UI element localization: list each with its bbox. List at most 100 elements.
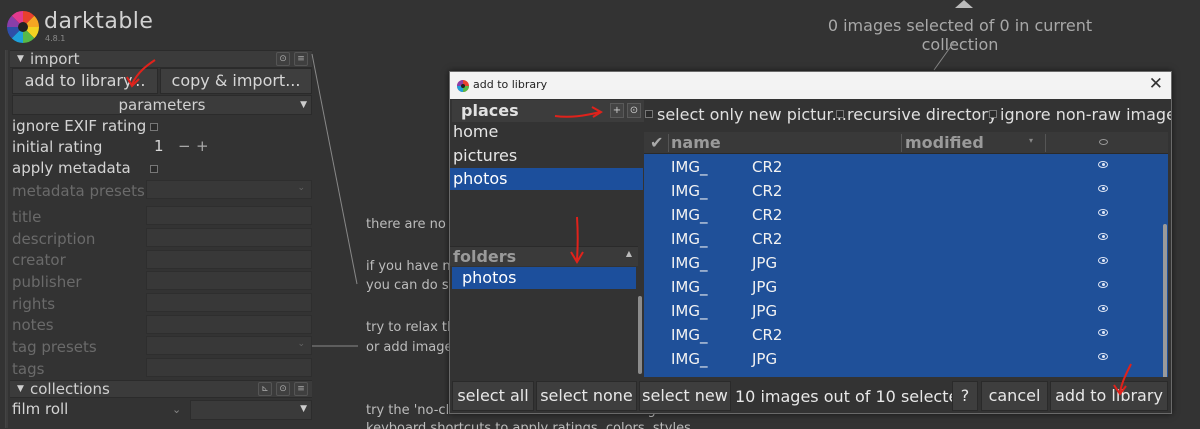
file-name-prefix: IMG_: [671, 182, 708, 200]
check-column-header[interactable]: ✔: [650, 132, 663, 154]
ignore-non-raw-label[interactable]: ignore non-raw images: [1000, 105, 1171, 124]
eye-icon[interactable]: [1098, 329, 1108, 336]
film-roll-label[interactable]: film roll: [12, 400, 68, 418]
metadata-presets-dropdown[interactable]: ⌄: [146, 180, 312, 199]
film-roll-dropdown[interactable]: ▼: [190, 400, 312, 420]
import-module-title: import: [30, 50, 80, 68]
sort-arrow-icon[interactable]: ▾: [1029, 136, 1033, 145]
eye-icon[interactable]: [1098, 305, 1108, 312]
add-place-icon[interactable]: +: [610, 103, 624, 118]
dialog-footer: select all select none select new 10 ima…: [450, 379, 1171, 413]
reset-places-icon[interactable]: ⊙: [627, 103, 641, 118]
initial-rating-value[interactable]: 1: [154, 137, 164, 155]
file-extension: CR2: [752, 158, 783, 176]
app-version: 4.8.1: [45, 34, 66, 43]
table-row[interactable]: IMG_ CR2: [644, 227, 1164, 251]
folders-header[interactable]: folders ▲: [450, 246, 638, 266]
place-photos[interactable]: photos: [450, 168, 643, 190]
add-to-library-confirm-button[interactable]: add to library: [1050, 381, 1168, 411]
table-row[interactable]: IMG_ CR2: [644, 323, 1164, 347]
table-row[interactable]: IMG_ JPG: [644, 275, 1164, 299]
dialog-titlebar[interactable]: add to library ✕: [450, 72, 1171, 99]
select-none-button[interactable]: select none: [536, 381, 637, 411]
dropdown-arrow-icon: ▼: [300, 404, 307, 414]
folders-scrollbar[interactable]: [638, 296, 642, 374]
table-row[interactable]: IMG_ JPG: [644, 347, 1164, 371]
metadata-presets-label: metadata presets: [12, 182, 145, 200]
creator-field[interactable]: [146, 250, 312, 269]
place-home[interactable]: home: [450, 121, 643, 143]
tags-field[interactable]: [146, 358, 312, 377]
name-column-header[interactable]: name: [671, 132, 721, 154]
app-title: darktable: [44, 9, 154, 34]
sort-icon[interactable]: ⊾: [258, 382, 272, 396]
table-scrollbar[interactable]: [1163, 224, 1167, 377]
collapse-arrow-icon[interactable]: ▼: [17, 384, 24, 394]
column-separator: [668, 134, 669, 152]
publisher-label: publisher: [12, 273, 82, 291]
file-name-prefix: IMG_: [671, 230, 708, 248]
cancel-button[interactable]: cancel: [981, 381, 1048, 411]
hint-line-2: if you have not imported any images yet: [366, 259, 450, 274]
file-name-prefix: IMG_: [671, 158, 708, 176]
initial-rating-label: initial rating: [12, 138, 103, 156]
plus-icon[interactable]: +: [196, 137, 209, 155]
notes-label: notes: [12, 316, 54, 334]
select-new-button[interactable]: select new: [639, 381, 731, 411]
description-field[interactable]: [146, 228, 312, 247]
ignore-non-raw-checkbox[interactable]: [989, 110, 997, 118]
left-panel-scrollbar[interactable]: [5, 50, 8, 428]
title-field[interactable]: [146, 206, 312, 225]
select-only-new-checkbox[interactable]: [645, 110, 653, 118]
top-panel-expand-icon[interactable]: [955, 0, 973, 8]
sort-arrow-icon[interactable]: ▲: [626, 249, 632, 258]
eye-icon[interactable]: [1098, 161, 1108, 168]
eye-icon[interactable]: [1098, 209, 1108, 216]
select-all-button[interactable]: select all: [452, 381, 534, 411]
file-extension: CR2: [752, 230, 783, 248]
recursive-directory-label[interactable]: recursive directory: [847, 105, 997, 124]
eye-icon[interactable]: [1098, 233, 1108, 240]
eye-icon[interactable]: [1098, 257, 1108, 264]
close-icon[interactable]: ✕: [1149, 74, 1163, 94]
table-row[interactable]: IMG_ CR2: [644, 179, 1164, 203]
description-label: description: [12, 230, 96, 248]
reset-icon[interactable]: ⊙: [276, 382, 290, 396]
apply-metadata-checkbox[interactable]: [150, 165, 158, 173]
ignore-exif-checkbox[interactable]: [150, 123, 158, 131]
place-pictures[interactable]: pictures: [450, 145, 643, 167]
publisher-field[interactable]: [146, 271, 312, 290]
file-extension: JPG: [752, 254, 778, 272]
ignore-exif-label: ignore EXIF rating: [12, 117, 147, 135]
eye-column-icon[interactable]: [1099, 139, 1108, 145]
eye-icon[interactable]: [1098, 185, 1108, 192]
select-only-new-label[interactable]: select only new pictur...: [657, 105, 847, 124]
column-separator: [1045, 134, 1046, 152]
table-row[interactable]: IMG_ JPG: [644, 251, 1164, 275]
minus-icon[interactable]: −: [178, 137, 191, 155]
table-row[interactable]: IMG_ CR2: [644, 203, 1164, 227]
table-row[interactable]: IMG_ CR2: [644, 155, 1164, 179]
table-row[interactable]: IMG_ CR2: [644, 371, 1164, 377]
help-button[interactable]: ?: [952, 381, 978, 411]
table-row[interactable]: IMG_ JPG: [644, 299, 1164, 323]
eye-icon[interactable]: [1098, 353, 1108, 360]
rights-field[interactable]: [146, 293, 312, 312]
connector-lines: [311, 53, 358, 347]
darktable-logo-icon: [457, 80, 469, 92]
eye-icon[interactable]: [1098, 281, 1108, 288]
reset-icon[interactable]: ⊙: [276, 52, 290, 66]
collections-module-header[interactable]: ▼ collections ⊾ ⊙ ≡: [10, 380, 312, 398]
modified-column-header[interactable]: modified: [905, 132, 984, 154]
initial-rating-stepper[interactable]: 1 − +: [150, 137, 212, 157]
collapse-arrow-icon[interactable]: ▼: [17, 54, 24, 64]
copy-import-button[interactable]: copy & import...: [160, 68, 312, 94]
file-extension: CR2: [752, 206, 783, 224]
notes-field[interactable]: [146, 315, 312, 334]
recursive-directory-checkbox[interactable]: [836, 110, 844, 118]
folder-photos[interactable]: photos: [452, 267, 636, 289]
collection-status: 0 images selected of 0 in current collec…: [827, 16, 1093, 54]
presets-menu-icon[interactable]: ≡: [294, 382, 308, 396]
parameters-section[interactable]: parameters ▼: [12, 95, 312, 115]
tag-presets-dropdown[interactable]: ⌄: [146, 336, 312, 355]
